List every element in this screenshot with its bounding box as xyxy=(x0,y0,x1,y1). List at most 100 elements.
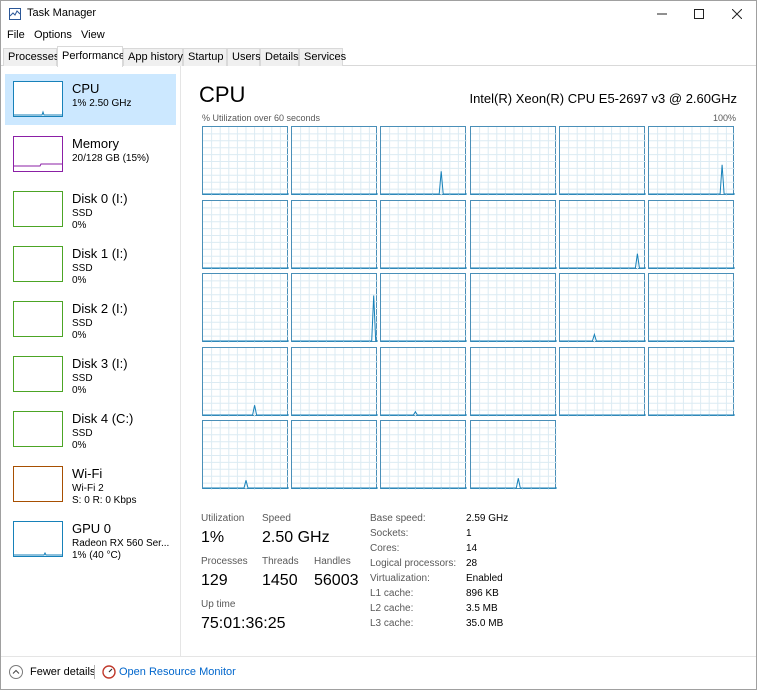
speed-value: 2.50 GHz xyxy=(262,529,330,546)
logical-processor-graph-15 xyxy=(469,273,557,343)
sidebar-item-value: S: 0 R: 0 Kbps xyxy=(72,495,137,506)
sidebar-item-subtitle: 1% 2.50 GHz xyxy=(72,98,132,109)
tab-processes[interactable]: Processes xyxy=(3,48,59,66)
logical-processor-graph-4 xyxy=(558,126,646,196)
logical-processor-graph-24 xyxy=(202,420,289,490)
info-value: 35.0 MB xyxy=(466,618,504,629)
info-value: 14 xyxy=(466,543,478,554)
cpu-model-name: Intel(R) Xeon(R) CPU E5-2697 v3 @ 2.60GH… xyxy=(469,91,737,106)
sidebar-item-subtitle: SSD xyxy=(72,373,93,384)
sidebar-item-value: 0% xyxy=(72,275,87,286)
logical-processor-graph-16 xyxy=(558,273,646,343)
menu-file[interactable]: File xyxy=(7,29,25,41)
title-bar[interactable]: Task Manager xyxy=(1,1,756,27)
info-value: 3.5 MB xyxy=(466,603,498,614)
logical-processor-graph-12 xyxy=(202,273,289,343)
info-label: Cores: xyxy=(370,543,400,554)
sidebar-item-title: CPU xyxy=(72,81,100,96)
sidebar-item-title: Memory xyxy=(72,136,119,151)
uptime-label: Up time xyxy=(201,599,236,610)
graph-max-label: 100% xyxy=(712,113,736,123)
maximize-button[interactable] xyxy=(679,1,719,27)
tab-startup[interactable]: Startup xyxy=(183,48,227,66)
task-manager-window: Task Manager File Options View Processes… xyxy=(0,0,757,690)
threads-label: Threads xyxy=(262,556,299,567)
info-label: L1 cache: xyxy=(370,588,414,599)
sidebar-item-subtitle: Radeon RX 560 Ser... xyxy=(72,538,170,549)
minimize-icon xyxy=(657,13,667,15)
close-button[interactable] xyxy=(717,1,757,27)
info-label: L3 cache: xyxy=(370,618,414,629)
logical-processor-graph-26 xyxy=(380,420,468,490)
close-icon xyxy=(732,9,742,19)
graph-caption: % Utilization over 60 seconds xyxy=(202,113,321,123)
sidebar-item-subtitle: 20/128 GB (15%) xyxy=(72,153,150,164)
sidebar-item-value: 0% xyxy=(72,385,87,396)
logical-processor-graph-19 xyxy=(291,346,379,417)
logical-processor-graph-10 xyxy=(558,199,646,270)
sidebar-item-wifi-7[interactable]: Wi-Fi Wi-Fi 2 S: 0 R: 0 Kbps xyxy=(5,459,176,510)
menu-view[interactable]: View xyxy=(81,29,105,41)
tab-performance[interactable]: Performance xyxy=(57,46,125,67)
logical-processor-graph-11 xyxy=(648,199,735,270)
processes-label: Processes xyxy=(201,556,248,567)
info-value: 28 xyxy=(466,558,478,569)
logical-processor-graph-17 xyxy=(648,273,735,343)
task-manager-icon xyxy=(9,8,21,20)
sidebar-item-title: Disk 2 (I:) xyxy=(72,301,128,316)
sidebar-item-subtitle: SSD xyxy=(72,263,93,274)
footer-bar: Fewer details Open Resource Monitor xyxy=(1,656,756,689)
sidebar-thumbnail-graph xyxy=(13,466,63,502)
sidebar-item-value: 1% (40 °C) xyxy=(72,550,122,561)
sidebar-thumbnail-graph xyxy=(13,301,63,337)
sidebar-thumbnail-graph xyxy=(13,136,63,172)
tab-services[interactable]: Services xyxy=(299,48,346,66)
sidebar-item-title: Disk 3 (I:) xyxy=(72,356,128,371)
info-value: 896 KB xyxy=(466,588,499,599)
tab-app-history[interactable]: App history xyxy=(123,48,183,66)
logical-processor-graph-18 xyxy=(202,346,289,417)
threads-value: 1450 xyxy=(262,572,298,589)
info-value: Enabled xyxy=(466,573,503,584)
logical-processor-graph-13 xyxy=(291,273,379,343)
logical-processor-graph-20 xyxy=(380,346,468,417)
info-value: 2.59 GHz xyxy=(466,513,509,524)
menu-options[interactable]: Options xyxy=(34,29,72,41)
sidebar-thumbnail-graph xyxy=(13,411,63,447)
sidebar-item-title: GPU 0 xyxy=(72,521,112,536)
tab-details[interactable]: Details xyxy=(260,48,299,66)
sidebar-item-disk-3[interactable]: Disk 1 (I:) SSD 0% xyxy=(5,239,176,290)
info-label: Logical processors: xyxy=(370,558,457,569)
utilization-value: 1% xyxy=(201,529,225,546)
sidebar-item-disk-6[interactable]: Disk 4 (C:) SSD 0% xyxy=(5,404,176,455)
sidebar-item-disk-5[interactable]: Disk 3 (I:) SSD 0% xyxy=(5,349,176,400)
logical-processor-graph-1 xyxy=(291,126,379,196)
logical-processor-graph-5 xyxy=(648,126,735,196)
sidebar-item-title: Disk 1 (I:) xyxy=(72,246,128,261)
tab-users[interactable]: Users xyxy=(227,48,261,66)
minimize-button[interactable] xyxy=(642,1,682,27)
sidebar-item-mem-1[interactable]: Memory 20/128 GB (15%) xyxy=(5,129,176,180)
logical-processor-graph-0 xyxy=(202,126,289,196)
sidebar-thumbnail-graph xyxy=(13,191,63,227)
handles-label: Handles xyxy=(314,556,351,567)
menu-bar: File Options View xyxy=(1,27,756,45)
logical-processor-graph-22 xyxy=(558,346,646,417)
handles-value: 56003 xyxy=(314,572,359,589)
sidebar-item-subtitle: SSD xyxy=(72,428,93,439)
sidebar-item-value: 0% xyxy=(72,330,87,341)
processes-value: 129 xyxy=(201,572,228,589)
logical-processor-graph-6 xyxy=(202,199,289,270)
sidebar-item-disk-4[interactable]: Disk 2 (I:) SSD 0% xyxy=(5,294,176,345)
sidebar-item-cpu-0[interactable]: CPU 1% 2.50 GHz xyxy=(5,74,176,125)
resource-monitor-icon xyxy=(102,665,116,679)
info-label: Sockets: xyxy=(370,528,409,539)
logical-processor-graph-25 xyxy=(291,420,379,490)
sidebar-item-title: Disk 4 (C:) xyxy=(72,411,134,426)
maximize-icon xyxy=(694,9,704,19)
tab-strip: Processes Performance App history Startu… xyxy=(1,46,756,67)
window-title: Task Manager xyxy=(27,7,97,19)
sidebar-item-gpu-8[interactable]: GPU 0 Radeon RX 560 Ser... 1% (40 °C) xyxy=(5,514,176,565)
sidebar-item-disk-2[interactable]: Disk 0 (I:) SSD 0% xyxy=(5,184,176,235)
sidebar-item-subtitle: SSD xyxy=(72,208,93,219)
